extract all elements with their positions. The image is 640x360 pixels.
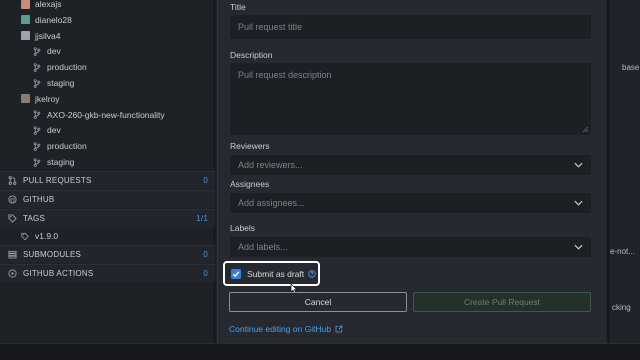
branch-item[interactable]: staging xyxy=(0,154,215,170)
chevron-down-icon xyxy=(574,244,583,250)
github-icon xyxy=(8,195,17,204)
reviewers-label: Reviewers xyxy=(230,141,270,151)
remote-user-label: dianelo28 xyxy=(35,14,72,25)
description-label: Description xyxy=(230,50,273,60)
check-icon xyxy=(232,270,240,277)
section-github[interactable]: GITHUB xyxy=(0,190,215,208)
branch-icon xyxy=(33,142,41,151)
draft-checkbox[interactable] xyxy=(231,268,241,279)
github-link-label: Continue editing on GitHub xyxy=(229,324,332,334)
section-count: 0 xyxy=(203,269,208,278)
actions-icon xyxy=(8,269,17,278)
modal-scrollbar[interactable] xyxy=(607,0,610,343)
section-label: SUBMODULES xyxy=(23,250,82,259)
pull-request-icon xyxy=(8,176,17,185)
branch-item[interactable]: production xyxy=(0,138,215,154)
remote-user-item[interactable]: jjsilva4 xyxy=(0,28,215,44)
remote-user-label: alexajs xyxy=(35,0,62,9)
branch-label: dev xyxy=(47,125,61,136)
description-textarea[interactable]: Pull request description xyxy=(230,63,591,135)
assignees-select[interactable]: Add assignees... xyxy=(230,193,591,213)
section-label: GITHUB ACTIONS xyxy=(23,269,94,278)
resize-grip-icon[interactable] xyxy=(582,126,588,132)
section-label: GITHUB xyxy=(23,195,55,204)
section-count: 1/1 xyxy=(196,214,208,223)
branch-item[interactable]: AXO-260-gkb-new-functionality xyxy=(0,107,215,123)
section-count: 0 xyxy=(203,176,208,185)
draft-label: Submit as draft xyxy=(247,268,305,279)
section-count: 0 xyxy=(203,250,208,259)
section-pull-requests[interactable]: PULL REQUESTS 0 xyxy=(0,171,215,189)
branch-icon xyxy=(33,78,41,88)
status-bar xyxy=(0,343,640,360)
branch-item[interactable]: staging xyxy=(0,75,215,91)
remote-user-label: jkelroy xyxy=(35,93,60,104)
branch-label: production xyxy=(47,141,87,152)
title-label: Title xyxy=(230,2,246,12)
branch-icon xyxy=(33,157,41,167)
branch-item[interactable]: dev xyxy=(0,122,215,138)
background-text-fragment: e-not... xyxy=(610,247,635,256)
branch-label: staging xyxy=(47,157,75,167)
tag-icon xyxy=(8,214,17,223)
description-placeholder: Pull request description xyxy=(238,70,332,80)
create-pull-request-button[interactable]: Create Pull Request xyxy=(413,292,591,312)
labels-placeholder: Add labels... xyxy=(238,242,288,252)
branch-icon xyxy=(33,63,41,72)
continue-on-github-link[interactable]: Continue editing on GitHub xyxy=(229,324,343,334)
branch-label: production xyxy=(47,62,87,73)
reviewers-select[interactable]: Add reviewers... xyxy=(230,155,591,175)
reviewers-placeholder: Add reviewers... xyxy=(238,160,303,170)
chevron-down-icon xyxy=(574,162,583,168)
background-text-fragment: base xyxy=(622,63,640,72)
avatar xyxy=(21,94,30,104)
labels-select[interactable]: Add labels... xyxy=(230,237,591,257)
external-link-icon xyxy=(335,325,343,333)
tag-item[interactable]: v1.9.0 xyxy=(0,228,215,244)
avatar xyxy=(21,0,30,9)
section-submodules[interactable]: SUBMODULES 0 xyxy=(0,245,215,263)
avatar xyxy=(21,15,30,25)
remote-user-item[interactable]: jkelroy xyxy=(0,91,215,107)
branch-item[interactable]: production xyxy=(0,59,215,75)
remote-user-item[interactable]: dianelo28 xyxy=(0,12,215,28)
section-label: PULL REQUESTS xyxy=(23,176,92,185)
branch-icon xyxy=(33,47,41,56)
title-placeholder: Pull request title xyxy=(238,22,303,32)
remote-user-label: jjsilva4 xyxy=(35,30,61,41)
branch-label: dev xyxy=(47,46,61,57)
branch-icon xyxy=(33,110,41,119)
remote-user-item[interactable]: alexajs xyxy=(0,0,215,12)
help-icon[interactable] xyxy=(308,269,316,278)
background-text-fragment: cking xyxy=(612,303,631,312)
title-input[interactable]: Pull request title xyxy=(230,15,591,39)
left-sidebar: alexajs dianelo28 jjsilva4 dev production sta… xyxy=(0,0,215,343)
section-label: TAGS xyxy=(23,214,45,223)
submodule-icon xyxy=(8,250,17,259)
section-github-actions[interactable]: GITHUB ACTIONS 0 xyxy=(0,264,215,282)
branch-label: AXO-260-gkb-new-functionality xyxy=(47,109,165,120)
chevron-down-icon xyxy=(574,200,583,206)
labels-label: Labels xyxy=(230,223,256,233)
assignees-placeholder: Add assignees... xyxy=(238,198,305,208)
submit-as-draft-option[interactable]: Submit as draft xyxy=(223,261,320,286)
branch-label: staging xyxy=(47,78,75,88)
tag-icon xyxy=(21,232,29,240)
branch-item[interactable]: dev xyxy=(0,43,215,59)
branch-icon xyxy=(33,126,41,135)
assignees-label: Assignees xyxy=(230,179,270,189)
section-tags[interactable]: TAGS 1/1 xyxy=(0,209,215,227)
avatar xyxy=(21,31,30,41)
cancel-button[interactable]: Cancel xyxy=(229,292,407,312)
tag-label: v1.9.0 xyxy=(35,231,59,241)
